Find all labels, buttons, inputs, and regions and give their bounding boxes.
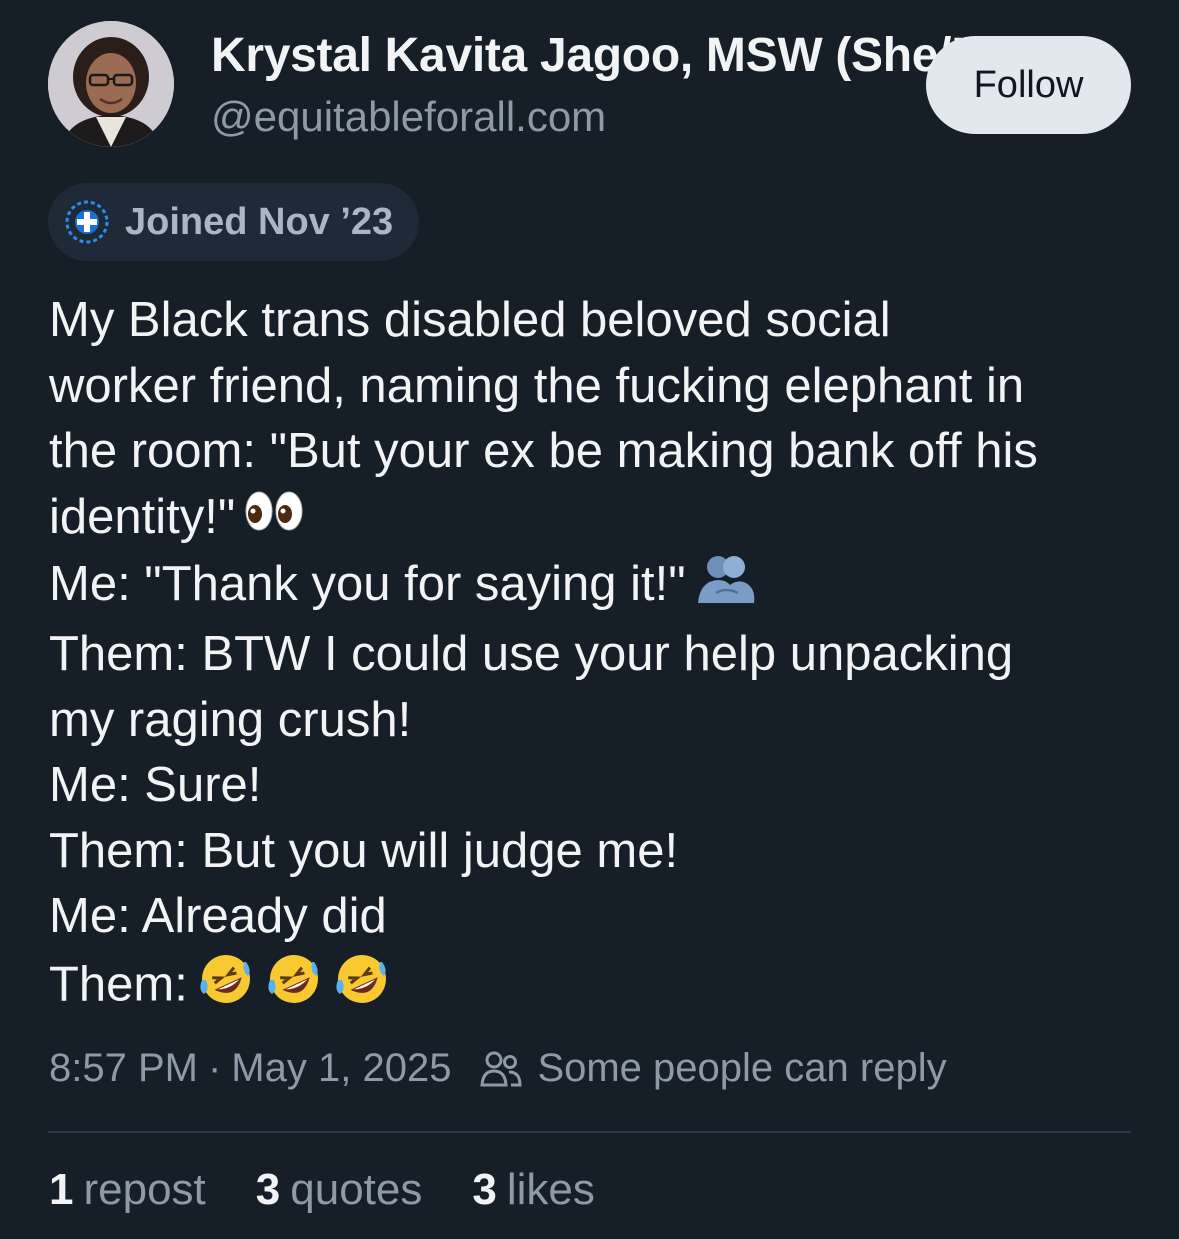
new-account-badge-icon [63, 198, 111, 246]
quotes-count: 3 [255, 1165, 281, 1214]
post-metadata: 8:57 PM · May 1, 2025 Some people can re… [49, 1046, 947, 1091]
reposts-count: 1 [49, 1165, 74, 1214]
post-line: worker friend, naming the fucking elepha… [49, 358, 1025, 413]
post-line-with-emoji: Them: [49, 950, 1149, 1026]
likes-stat[interactable]: 3 likes [472, 1165, 595, 1215]
post-line-text: Me: "Thank you for saying it!" [49, 557, 686, 612]
author-handle[interactable]: @equitableforall.com [211, 93, 606, 141]
quotes-label: quotes [290, 1165, 423, 1214]
people-icon [479, 1047, 523, 1091]
post-header: Krystal Kavita Jagoo, MSW (She/Her) @equ… [0, 0, 1179, 150]
reposts-stat[interactable]: 1 repost [49, 1165, 206, 1215]
follow-button[interactable]: Follow [926, 36, 1131, 134]
rofl-emoji [332, 950, 392, 1026]
rofl-emoji [196, 950, 256, 1026]
post-line: My Black trans disabled beloved social [49, 293, 891, 347]
eyes-emoji [243, 487, 305, 553]
people-hugging-emoji [694, 553, 758, 623]
quotes-stat[interactable]: 3 quotes [256, 1165, 423, 1215]
author-display-name[interactable]: Krystal Kavita Jagoo, MSW (She/Her) [211, 28, 1046, 83]
joined-label: Joined Nov ’23 [125, 200, 394, 243]
post-time[interactable]: 8:57 PM [49, 1046, 198, 1091]
likes-count: 3 [472, 1165, 497, 1214]
post-line-with-emoji: Me: "Thank you for saying it!" [49, 552, 1149, 622]
post-line-with-emoji: identity!" [49, 485, 1149, 553]
rofl-emoji [264, 950, 324, 1026]
post-line: Me: Sure! [49, 758, 262, 813]
post-line: Them: But you will judge me! [49, 823, 679, 878]
post-line: the room: "But your ex be making bank of… [49, 424, 1038, 478]
reposts-label: repost [83, 1165, 206, 1214]
post-date[interactable]: May 1, 2025 [231, 1046, 451, 1091]
avatar[interactable] [48, 21, 174, 147]
post-line: Me: Already did [49, 889, 387, 944]
meta-separator: · [207, 1046, 222, 1090]
post-line-text: identity!" [49, 489, 236, 544]
engagement-stats: 1 repost 3 quotes 3 likes [49, 1165, 645, 1215]
post-line: my raging crush! [49, 692, 412, 747]
reply-setting[interactable]: Some people can reply [537, 1046, 946, 1091]
divider [48, 1131, 1131, 1133]
likes-label: likes [506, 1165, 595, 1214]
joined-badge: Joined Nov ’23 [48, 183, 420, 261]
post-line: Them: BTW I could use your help unpackin… [49, 627, 1014, 682]
post-text: My Black trans disabled beloved social w… [49, 288, 1149, 1025]
avatar-image [48, 21, 174, 147]
post-line-text: Them: [49, 957, 188, 1012]
